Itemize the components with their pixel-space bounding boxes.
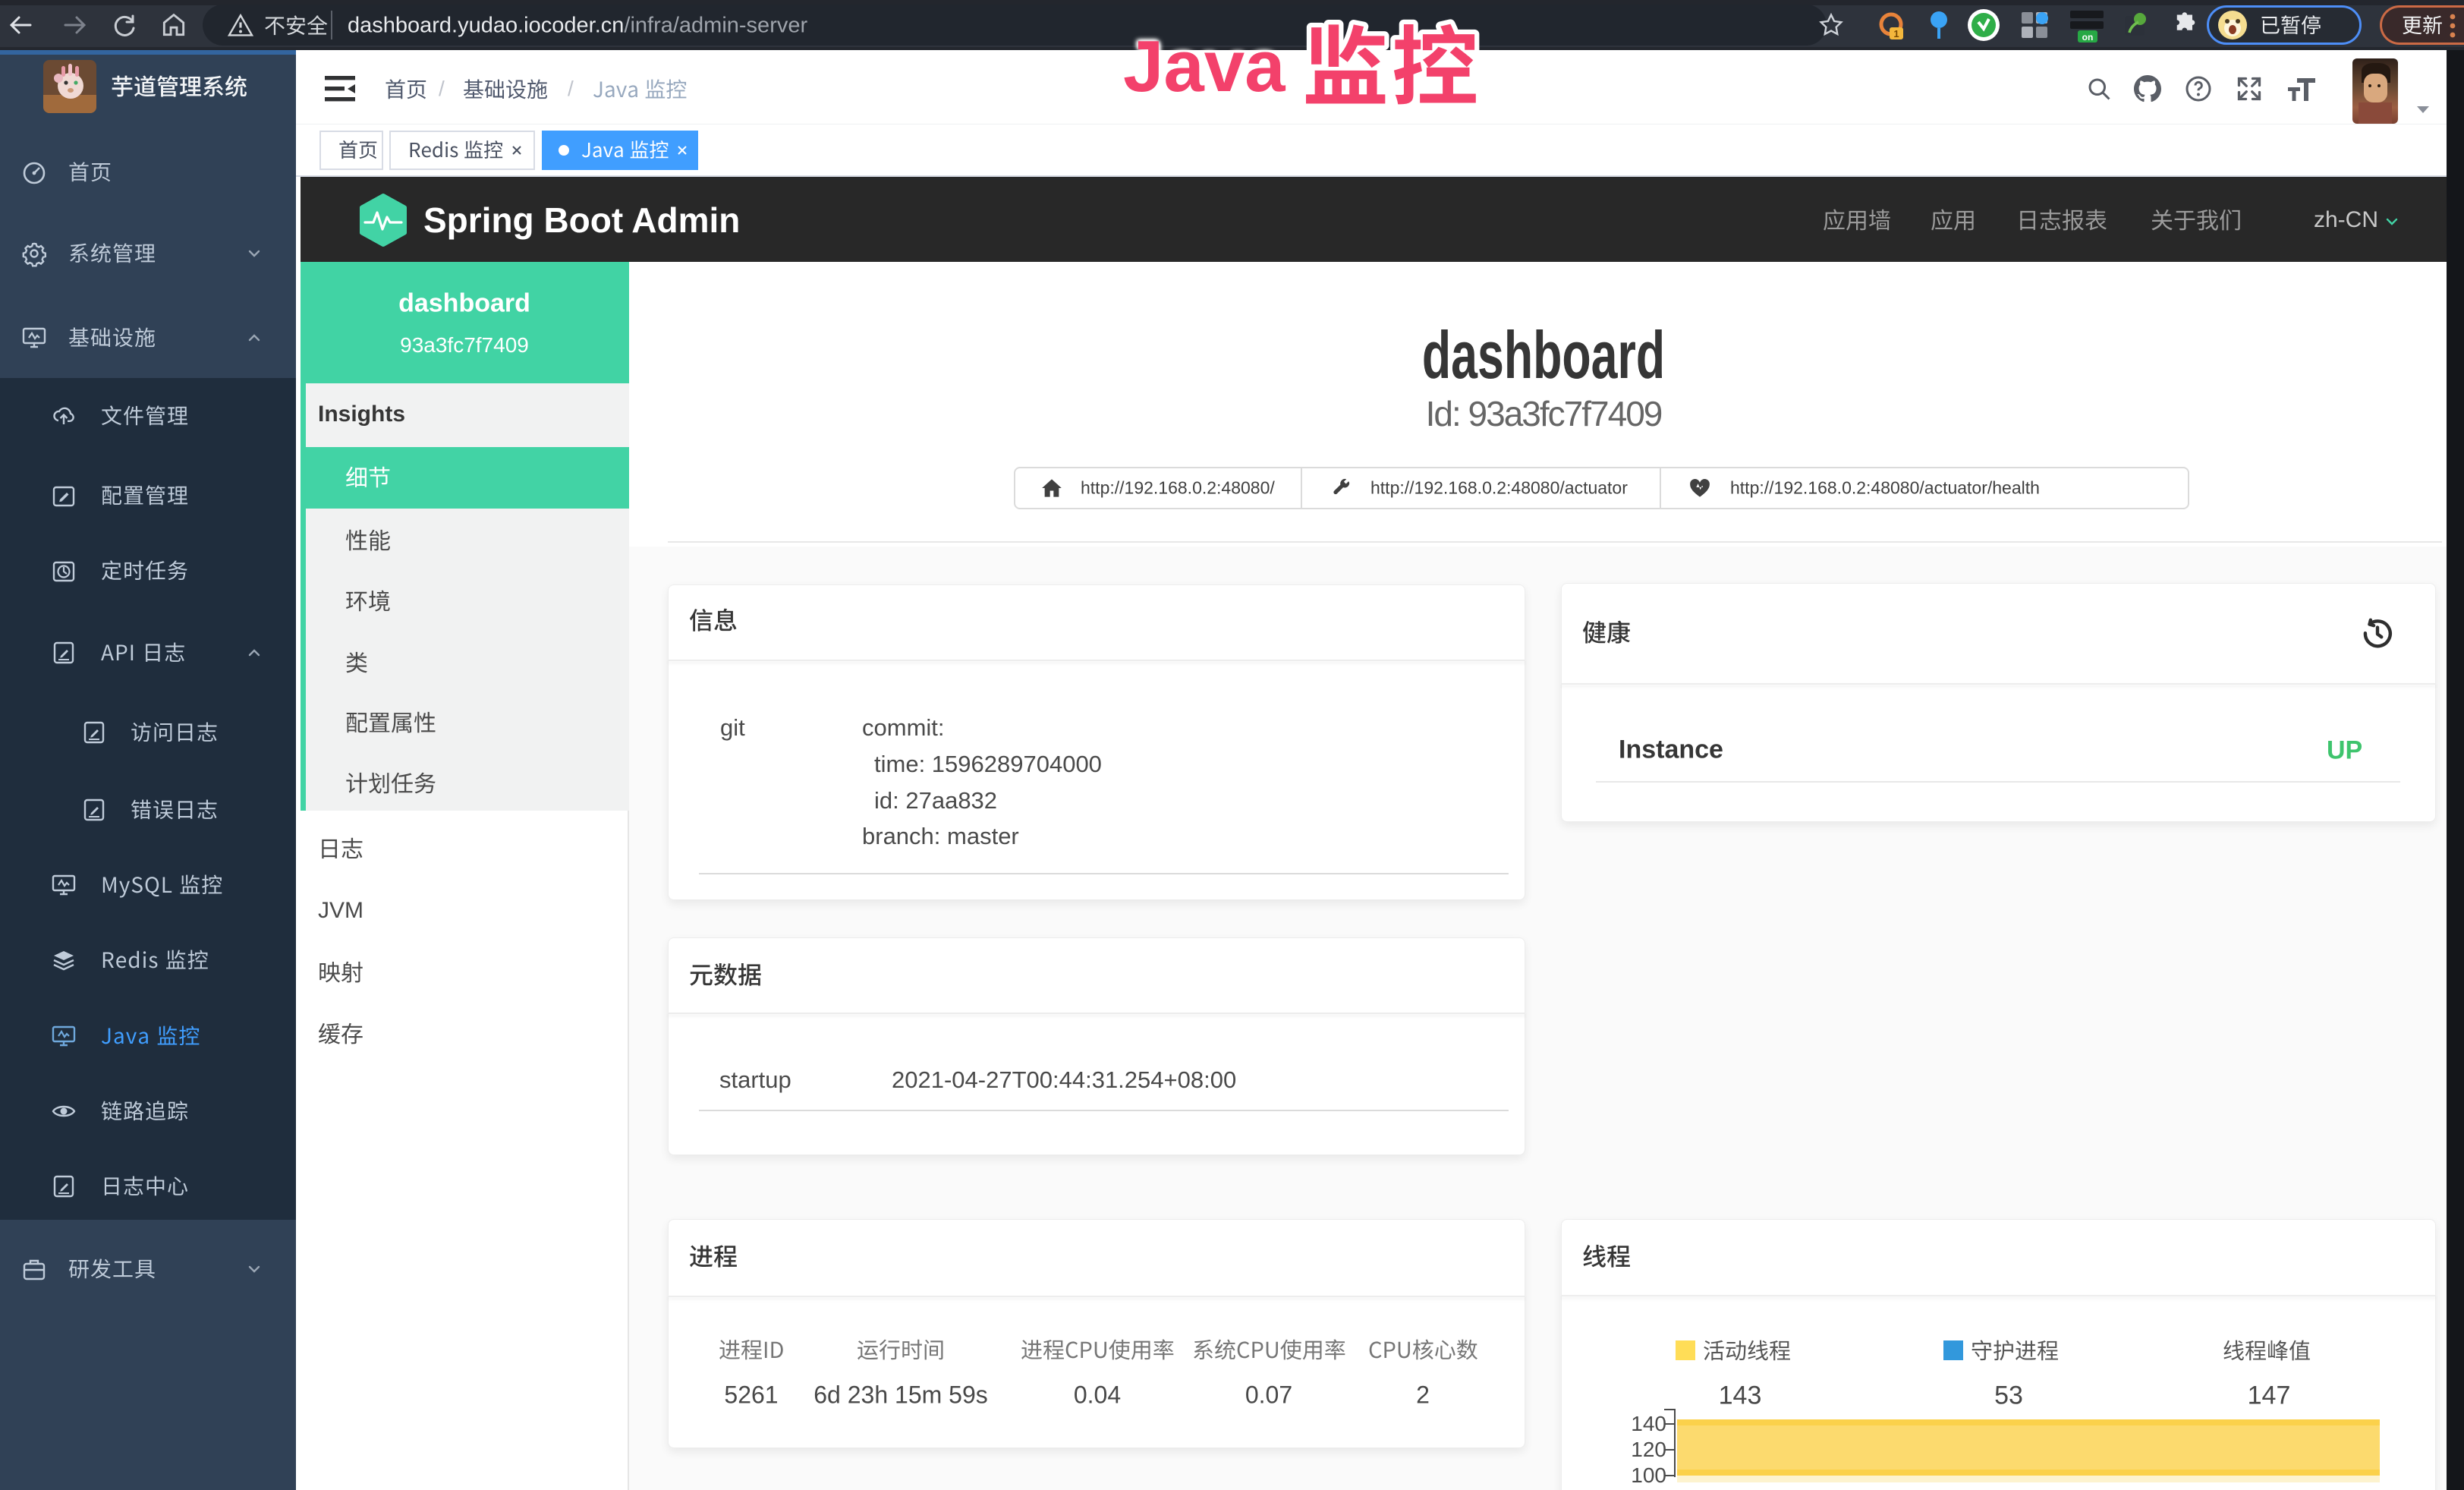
svg-text:1: 1	[1893, 28, 1899, 39]
svg-text:on: on	[2082, 32, 2094, 43]
